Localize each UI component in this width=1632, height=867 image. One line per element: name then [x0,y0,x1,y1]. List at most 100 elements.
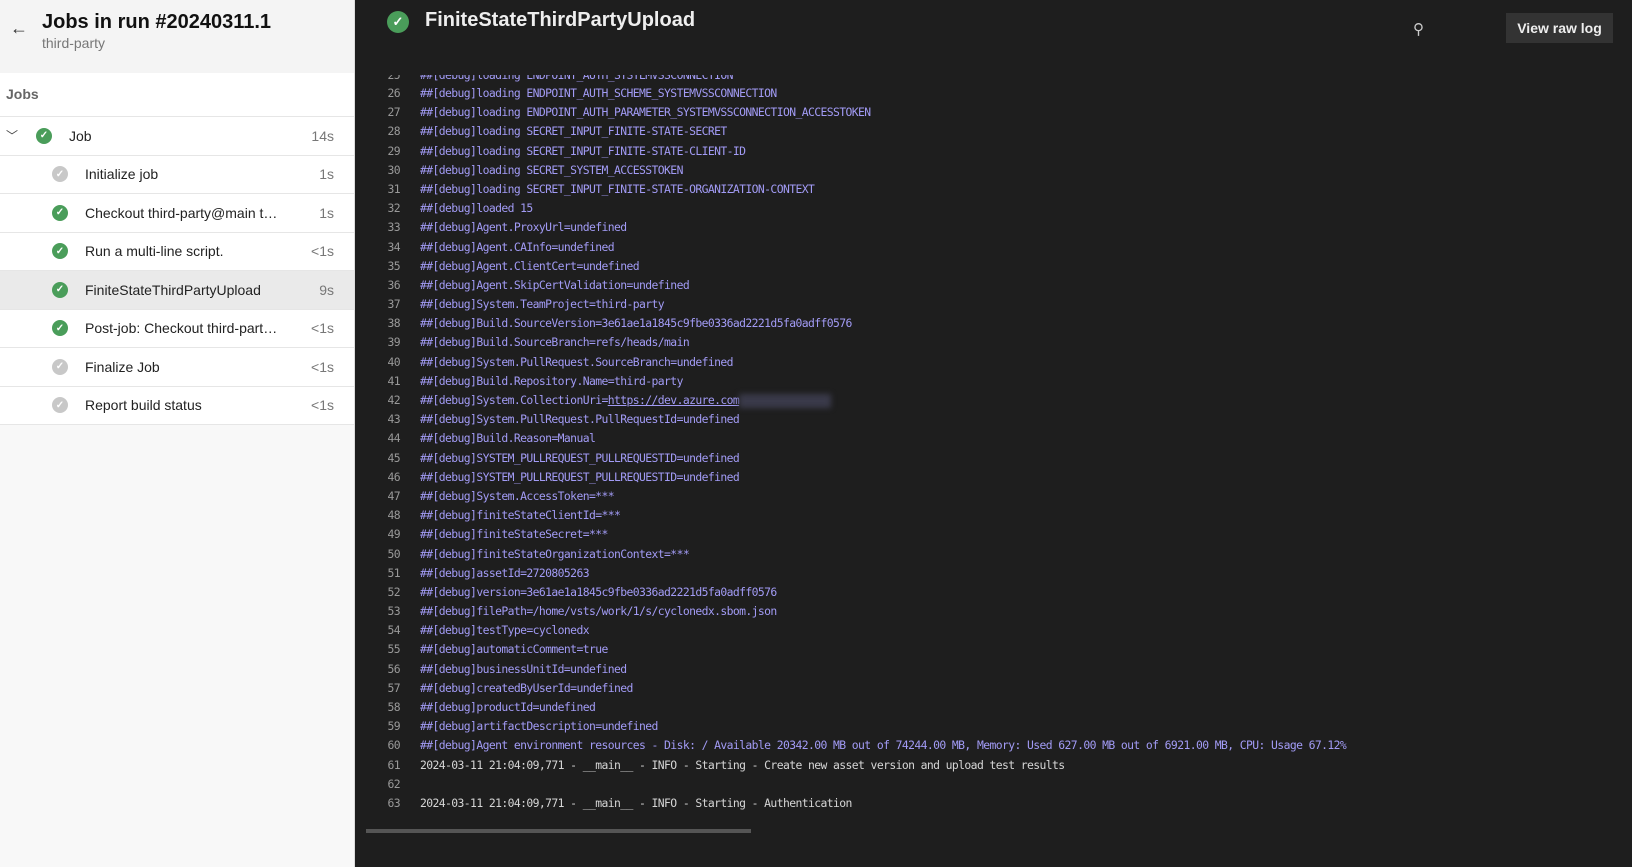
step-label: FiniteStateThirdPartyUpload [85,281,261,298]
log-text: ##[debug]Agent.ProxyUrl=undefined [420,220,627,235]
success-check-icon: ✓ [52,281,68,298]
back-arrow-icon[interactable]: ← [10,18,28,39]
line-number: 32 [387,201,400,216]
log-line: 56 ##[debug]businessUnitId=undefined [366,660,1632,679]
step-duration: 9s [319,281,334,298]
step-duration: <1s [311,320,334,337]
log-line: 36 ##[debug]Agent.SkipCertValidation=unde… [366,276,1632,295]
log-line: 53 ##[debug]filePath=/home/vsts/work/1/s/… [366,602,1632,621]
log-text: ##[debug]System.AccessToken=*** [420,488,615,503]
step-label: Finalize Job [85,358,160,375]
line-number: 56 [387,661,400,676]
step-row[interactable]: ✓ Finalize Job <1s [0,348,354,387]
step-row[interactable]: ✓ FiniteStateThirdPartyUpload 9s [0,271,354,310]
log-line: 52 ##[debug]version=3e61ae1a1845c9fbe0336… [366,583,1632,602]
line-number: 59 [387,719,400,734]
horizontal-scrollbar[interactable] [366,829,751,833]
log-line: 29 ##[debug]loading SECRET_INPUT_FINITE-S… [366,142,1632,161]
log-text: ##[debug]Build.Reason=Manual [420,431,596,446]
log-text: ##[debug]System.CollectionUri= [420,393,608,407]
job-label: Job [69,127,92,144]
step-row[interactable]: ✓ Run a multi-line script. <1s [0,233,354,271]
log-line: 54 ##[debug]testType=cyclonedx [366,621,1632,640]
line-number: 52 [387,584,400,599]
log-line: 28 ##[debug]loading SECRET_INPUT_FINITE-S… [366,122,1632,141]
line-number: 36 [387,277,400,292]
log-text: ##[debug]System.TeamProject=third-party [420,297,665,312]
log-line: 59 ##[debug]artifactDescription=undefined [366,717,1632,736]
skipped-check-icon: ✓ [52,166,68,183]
chevron-down-icon[interactable]: ﹀ [6,127,18,144]
line-number: 62 [387,776,400,791]
line-number: 33 [387,220,400,235]
job-row[interactable]: ﹀ ✓ Job 14s [0,117,354,156]
line-number: 34 [387,239,400,254]
step-label: Checkout third-party@main to s [85,204,280,221]
line-number: 51 [387,565,400,580]
collection-uri-link[interactable]: https://dev.azure.com [608,391,740,410]
log-text: ##[debug]loaded 15 [420,201,533,216]
step-title: FiniteStateThirdPartyUpload [425,9,696,31]
log-text: ##[debug]loading ENDPOINT_AUTH_PARAMETER… [420,105,871,120]
log-text: ##[debug]artifactDescription=undefined [420,719,658,734]
log-text: ##[debug]loading SECRET_INPUT_FINITE-STA… [420,143,746,158]
log-text: ##[debug]Agent.ClientCert=undefined [420,258,640,273]
log-text: ##[debug]SYSTEM_PULLREQUEST_PULLREQUESTI… [420,450,740,465]
log-text: ##[debug]loading SECRET_INPUT_FINITE-STA… [420,181,815,196]
step-duration: <1s [311,358,334,375]
step-label: Report build status [85,397,202,414]
view-raw-log-button[interactable]: View raw log [1506,13,1613,43]
line-number: 48 [387,508,400,523]
step-row[interactable]: ✓ Report build status <1s [0,387,354,425]
line-number: 61 [387,757,400,772]
step-row[interactable]: ✓ Post-job: Checkout third-party… <1s [0,310,354,348]
log-line: 63 2024-03-11 21:04:09,771 - __main__ - I… [366,794,1632,813]
log-text: ##[debug]createdByUserId=undefined [420,680,633,695]
search-icon[interactable]: ⚲ [1413,20,1424,38]
log-line: 30 ##[debug]loading SECRET_SYSTEM_ACCESST… [366,161,1632,180]
log-text: 2024-03-11 21:04:09,771 - __main__ - INF… [420,757,1065,772]
log-line: 38 ##[debug]Build.SourceVersion=3e61ae1a1… [366,314,1632,333]
line-number: 29 [387,143,400,158]
success-check-icon: ✓ [52,204,68,221]
line-number: 43 [387,412,400,427]
log-line: 60 ##[debug]Agent environment resources -… [366,736,1632,755]
log-header: ✓ FiniteStateThirdPartyUpload ⚲ View raw… [356,0,1632,70]
step-row[interactable]: ✓ Initialize job 1s [0,156,354,194]
log-line: 31 ##[debug]loading SECRET_INPUT_FINITE-S… [366,180,1632,199]
line-number: 54 [387,623,400,638]
log-line: 32 ##[debug]loaded 15 [366,199,1632,218]
line-number: 44 [387,431,400,446]
redacted-text [739,394,832,408]
step-duration: 1s [319,204,334,221]
log-line: 26 ##[debug]loading ENDPOINT_AUTH_SCHEME_… [366,84,1632,103]
success-check-icon: ✓ [387,11,409,33]
step-duration: <1s [311,243,334,260]
line-number: 27 [387,105,400,120]
line-number: 46 [387,469,400,484]
page-title: Jobs in run #20240311.1 [42,11,272,33]
line-number: 50 [387,546,400,561]
log-text: ##[debug]filePath=/home/vsts/work/1/s/cy… [420,604,777,619]
log-text: ##[debug]businessUnitId=undefined [420,661,627,676]
log-text: ##[debug]loading ENDPOINT_AUTH_SCHEME_SY… [420,86,777,100]
log-line: 49 ##[debug]finiteStateSecret=*** [366,525,1632,544]
log-text: ##[debug]System.PullRequest.PullRequestI… [420,412,740,427]
success-check-icon: ✓ [52,243,68,260]
log-line: 33 ##[debug]Agent.ProxyUrl=undefined [366,218,1632,237]
log-text: ##[debug]finiteStateSecret=*** [420,527,608,542]
success-check-icon: ✓ [52,320,68,337]
step-row[interactable]: ✓ Checkout third-party@main to s 1s [0,194,354,233]
log-text: ##[debug]productId=undefined [420,700,596,714]
line-number: 53 [387,604,400,619]
line-number: 41 [387,373,400,388]
jobs-panel: ← Jobs in run #20240311.1 third-party Jo… [0,0,355,867]
line-number: 47 [387,488,400,503]
step-label: Run a multi-line script. [85,243,224,260]
step-duration: 1s [319,166,334,183]
log-viewer: ✓ FiniteStateThirdPartyUpload ⚲ View raw… [356,0,1632,867]
log-line: 47 ##[debug]System.AccessToken=*** [366,487,1632,506]
log-line-partial: 25 ##[debug]loading ENDPOINT_AUTH_SYSTEMV… [387,75,733,82]
log-text: ##[debug]Build.SourceVersion=3e61ae1a184… [420,316,852,331]
log-content: 25 ##[debug]loading ENDPOINT_AUTH_SYSTEMV… [366,75,1632,835]
